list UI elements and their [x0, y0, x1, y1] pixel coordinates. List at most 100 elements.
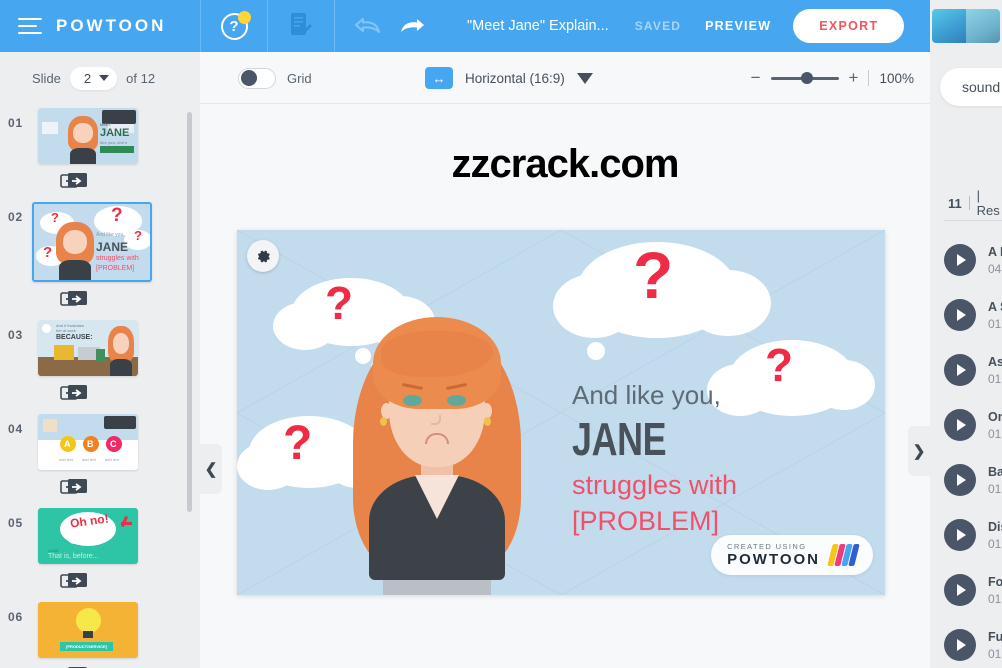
collaborator-avatars[interactable]: [930, 0, 1002, 52]
play-icon[interactable]: [944, 519, 976, 551]
divider: [968, 196, 970, 210]
slide-transition-button[interactable]: [56, 476, 92, 498]
slide-transition-button[interactable]: [56, 382, 92, 404]
zoom-slider-handle[interactable]: [800, 72, 813, 84]
brand-area: POWTOON: [0, 0, 200, 52]
track-item[interactable]: A I 04: [944, 244, 1002, 276]
thumbnail-preview[interactable]: Oh no! JANE That is, before...: [38, 508, 138, 564]
thumbnail-preview[interactable]: ? ? ? ? And like you, JANE struggles wit…: [32, 202, 152, 282]
slide-transition-icon: [60, 385, 87, 400]
divider: [868, 70, 870, 86]
question-mark: ?: [765, 339, 794, 391]
slide-label: Slide: [32, 70, 61, 86]
track-item[interactable]: A S 01: [944, 299, 1002, 331]
zoom-out-button[interactable]: −: [751, 68, 761, 88]
slide-text-line-2[interactable]: JANE: [572, 412, 667, 466]
grid-toggle[interactable]: [238, 67, 276, 89]
thumbnail-preview[interactable]: MEET JANE like you, she's: [38, 108, 138, 164]
notes-edit-icon: [291, 13, 312, 35]
jane-character: [347, 275, 527, 595]
thumbnail-preview[interactable]: And it frustrates her at work BECAUSE:: [38, 320, 138, 376]
slide-thumbnail-sidebar[interactable]: 01 MEET JANE like you, she's 02 ? ? ? ?: [0, 104, 200, 668]
thumbnail-number: 04: [8, 422, 23, 436]
slide-transition-button[interactable]: [56, 170, 92, 192]
thumbnail-item[interactable]: 06 [PRODUCT/SERVICE]: [0, 602, 200, 658]
slide-text-line-4[interactable]: [PROBLEM]: [572, 506, 719, 537]
slide-transition-button[interactable]: [56, 288, 92, 310]
sidebar-scrollbar[interactable]: [187, 112, 192, 512]
track-name: Dis: [988, 519, 1002, 534]
slide-text-line-3[interactable]: struggles with: [572, 470, 737, 501]
character-eye-right: [447, 395, 466, 406]
slide-transition-icon: [60, 573, 87, 588]
document-title[interactable]: "Meet Jane" Explain...: [467, 18, 609, 34]
slide-number-dropdown[interactable]: 2: [69, 66, 118, 90]
powtoon-editor: POWTOON ? "Meet Jane" Explain... SAVED P…: [0, 0, 1002, 668]
thumbnail-list: 01 MEET JANE like you, she's 02 ? ? ? ?: [0, 104, 200, 668]
play-icon[interactable]: [944, 629, 976, 661]
track-name: A S: [988, 299, 1002, 314]
track-item[interactable]: Fo 01: [944, 574, 1002, 606]
track-duration: 01: [988, 536, 1002, 551]
help-button[interactable]: ?: [201, 0, 267, 52]
play-icon[interactable]: [944, 409, 976, 441]
collapse-left-panel-button[interactable]: ❮: [200, 444, 222, 494]
export-button[interactable]: EXPORT: [793, 9, 905, 43]
track-item[interactable]: As 01: [944, 354, 1002, 386]
thumbnail-item[interactable]: 04 A B C add text add text add text: [0, 414, 200, 470]
character-eye-left: [403, 395, 422, 406]
preview-button[interactable]: PREVIEW: [705, 19, 771, 33]
divider: [944, 220, 1002, 221]
undo-arrow-icon[interactable]: [353, 14, 383, 38]
track-item[interactable]: Dis 01: [944, 519, 1002, 551]
play-icon[interactable]: [944, 574, 976, 606]
zoom-controls: − + 100%: [751, 52, 914, 104]
slide-text-line-1[interactable]: And like you,: [572, 380, 721, 411]
play-icon[interactable]: [944, 244, 976, 276]
editor-toolbar: Slide 2 of 12 Grid ↔ Horizontal (16:9) −…: [0, 52, 930, 104]
slide-canvas[interactable]: ? ? ? ? And like you, JANE struggles wit…: [237, 230, 885, 595]
question-mark: ?: [633, 238, 674, 312]
play-icon[interactable]: [944, 354, 976, 386]
play-icon[interactable]: [944, 464, 976, 496]
track-duration: 01: [988, 646, 1002, 661]
results-label: | Res: [976, 188, 1000, 218]
track-name: Ba: [988, 464, 1002, 479]
track-item[interactable]: On 01: [944, 409, 1002, 441]
hamburger-menu-icon[interactable]: [18, 18, 42, 34]
redo-arrow-icon[interactable]: [397, 14, 427, 38]
avatar[interactable]: [932, 9, 1000, 43]
thought-cloud: [813, 360, 875, 410]
thumbnail-item[interactable]: 01 MEET JANE like you, she's: [0, 108, 200, 164]
thumbnail-item[interactable]: 05 Oh no! JANE That is, before...: [0, 508, 200, 564]
settings-gear-icon[interactable]: [247, 240, 279, 272]
powtoon-mark-icon: [827, 544, 860, 566]
track-item[interactable]: Ba 01: [944, 464, 1002, 496]
thumbnail-item[interactable]: 02 ? ? ? ? And like you, JANE struggles …: [0, 202, 200, 282]
collapse-right-panel-button[interactable]: ❯: [908, 426, 930, 476]
thumbnail-preview[interactable]: A B C add text add text add text: [38, 414, 138, 470]
play-icon[interactable]: [944, 299, 976, 331]
app-header: POWTOON ? "Meet Jane" Explain... SAVED P…: [0, 0, 1002, 52]
slide-transition-button[interactable]: [56, 570, 92, 592]
powtoon-logo: POWTOON: [56, 16, 167, 35]
slide-total-label: of 12: [126, 70, 156, 86]
notes-button[interactable]: [268, 0, 334, 52]
help-badge-icon: [237, 10, 251, 24]
zoom-slider[interactable]: [770, 72, 839, 84]
aspect-ratio-group[interactable]: ↔ Horizontal (16:9): [425, 52, 593, 104]
character-earring-left: [380, 417, 387, 426]
thumbnail-item[interactable]: 03 And it frustrates her at work BECAUSE…: [0, 320, 200, 376]
grid-toggle-group[interactable]: Grid: [238, 52, 312, 104]
search-input[interactable]: sound: [940, 68, 1002, 106]
track-name: On: [988, 409, 1002, 424]
zoom-in-button[interactable]: +: [849, 68, 859, 88]
slide-transition-button[interactable]: [56, 664, 92, 668]
thumbnail-preview[interactable]: [PRODUCT/SERVICE]: [38, 602, 138, 658]
chevron-down-icon[interactable]: [576, 72, 593, 84]
undo-redo-group: [335, 14, 445, 38]
help-question-icon: ?: [220, 10, 251, 40]
track-duration: 04: [988, 261, 1002, 276]
thumbnail-number: 05: [8, 516, 23, 530]
track-item[interactable]: Fu 01: [944, 629, 1002, 661]
